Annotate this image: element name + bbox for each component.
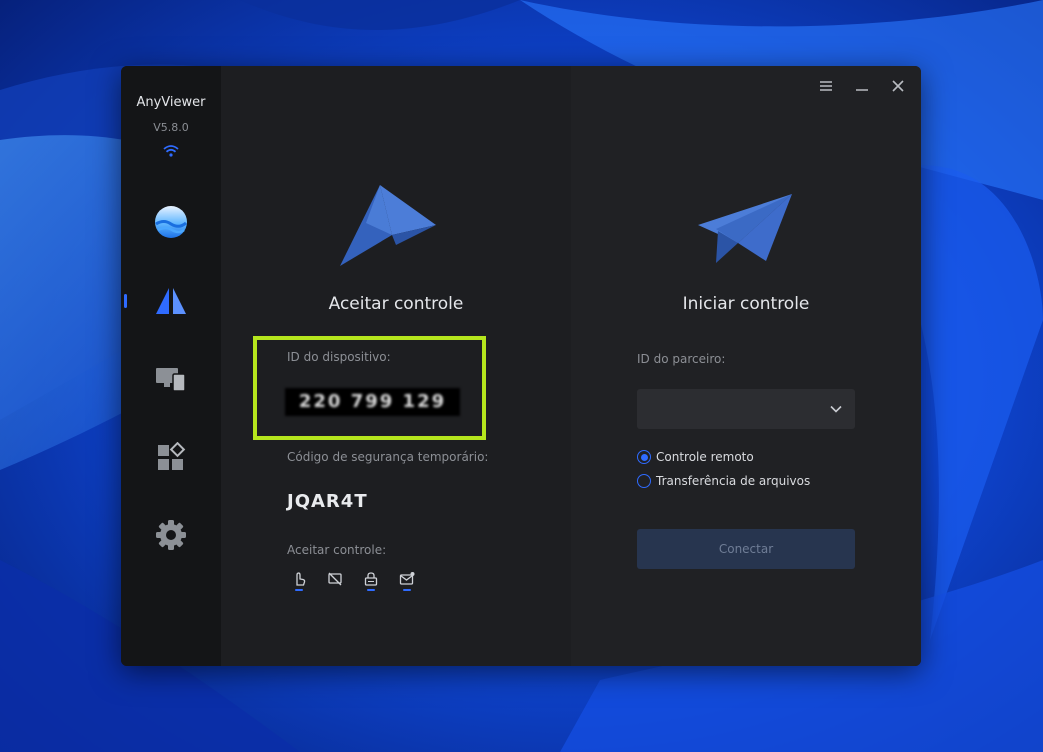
- close-button[interactable]: [888, 76, 908, 96]
- security-code-value: JQAR4T: [287, 491, 368, 512]
- sidebar-item-devices[interactable]: [146, 354, 196, 404]
- anyviewer-window: AnyViewer V5.8.0 Aceitar controle ID do …: [121, 66, 921, 666]
- accept-control-title: Aceitar controle: [328, 294, 464, 314]
- accept-control-label: Aceitar controle:: [287, 543, 387, 557]
- remote-control-icon: [156, 288, 186, 314]
- sidebar-item-discover[interactable]: [146, 197, 196, 247]
- permission-mail[interactable]: [397, 571, 417, 593]
- menu-button[interactable]: [816, 76, 836, 96]
- minimize-icon: [856, 89, 868, 91]
- mouse-icon: [296, 572, 306, 586]
- sidebar-item-remote-control[interactable]: [146, 276, 196, 326]
- planet-icon: [155, 206, 187, 238]
- paper-plane-icon: [340, 185, 436, 266]
- paper-plane-send-icon: [698, 194, 792, 263]
- partner-id-dropdown[interactable]: [827, 400, 845, 418]
- main-content: Aceitar controle ID do dispositivo: 220 …: [221, 66, 921, 666]
- app-name: AnyViewer: [136, 95, 206, 110]
- sidebar-item-settings[interactable]: [146, 510, 196, 560]
- nav-active-indicator: [124, 294, 127, 308]
- screen-off-icon: [328, 572, 342, 586]
- device-id-value: 220 799 129: [285, 388, 460, 416]
- chevron-down-icon: [830, 405, 842, 413]
- option-remote-control-label: Controle remoto: [656, 450, 754, 464]
- mail-check-icon: [399, 572, 415, 585]
- minimize-button[interactable]: [852, 76, 872, 96]
- start-control-title: Iniciar controle: [682, 294, 810, 314]
- devices-icon: [156, 368, 186, 392]
- partner-id-input[interactable]: [637, 389, 855, 429]
- close-icon: [892, 80, 904, 92]
- sidebar-item-tools[interactable]: [146, 432, 196, 482]
- app-version: V5.8.0: [153, 121, 189, 134]
- option-file-transfer-label: Transferência de arquivos: [656, 474, 811, 488]
- radio-remote-control[interactable]: [637, 450, 651, 464]
- permission-lock[interactable]: [361, 571, 381, 593]
- option-file-transfer[interactable]: Transferência de arquivos: [637, 474, 810, 488]
- connect-button[interactable]: Conectar: [637, 529, 855, 569]
- start-control-pane: Iniciar controle ID do parceiro: Control…: [571, 66, 921, 666]
- settings-gear-icon: [156, 520, 186, 550]
- permission-mouse[interactable]: [289, 571, 309, 593]
- permission-screen-off[interactable]: [325, 571, 345, 593]
- sidebar: AnyViewer V5.8.0: [121, 66, 221, 666]
- accept-control-pane: Aceitar controle ID do dispositivo: 220 …: [221, 66, 571, 666]
- option-remote-control[interactable]: Controle remoto: [637, 450, 754, 464]
- apps-grid-icon: [158, 442, 186, 470]
- security-code-label: Código de segurança temporário:: [287, 450, 489, 464]
- device-id-label: ID do dispositivo:: [287, 350, 391, 364]
- radio-file-transfer[interactable]: [637, 474, 651, 488]
- wifi-icon: [163, 145, 179, 157]
- menu-icon: [820, 81, 832, 91]
- partner-id-label: ID do parceiro:: [637, 352, 726, 366]
- lock-icon: [364, 572, 378, 586]
